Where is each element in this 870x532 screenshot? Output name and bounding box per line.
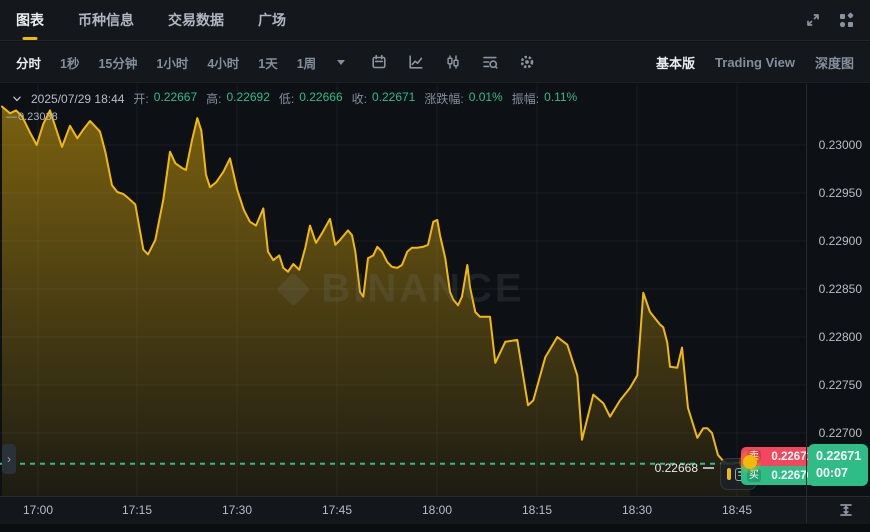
calendar-icon[interactable] [371, 54, 387, 70]
ohlc-low-value: 0.22666 [299, 90, 343, 104]
indicators-icon[interactable] [482, 54, 498, 70]
position-marker-icon [727, 468, 731, 480]
y-axis-label: 0.22950 [818, 186, 862, 200]
tab-coin-info-label: 币种信息 [78, 12, 134, 28]
time-tick: 17:15 [121, 503, 153, 517]
ohlc-open-label: 开: [133, 92, 149, 106]
time-tick: 18:30 [621, 503, 653, 517]
current-price: 0.22671 [816, 449, 862, 463]
active-tab-underline [22, 37, 38, 40]
interval-time[interactable]: 分时 [16, 53, 41, 72]
ohlc-info-bar: 2025/07/29 18:44 开: 0.22667 高: 0.22692 低: 0… [12, 90, 577, 107]
tab-coin-info[interactable]: 币种信息 [78, 0, 134, 40]
watermark-text: BINANCE [321, 266, 525, 311]
ohlc-change-value: 0.01% [468, 90, 503, 104]
time-axis[interactable]: 17:00 17:15 17:30 17:45 18:00 18:15 18:3… [0, 496, 870, 524]
candle-countdown: 00:07 [816, 466, 848, 480]
view-mode-basic[interactable]: 基本版 [656, 53, 695, 72]
binance-logo-icon [276, 272, 311, 306]
tab-trading-data-label: 交易数据 [168, 12, 224, 28]
interval-15m[interactable]: 15分钟 [98, 53, 137, 72]
interval-1h[interactable]: 1小时 [156, 53, 188, 72]
interval-selector: 分时 1秒 15分钟 1小时 4小时 1天 1周 [16, 53, 346, 72]
y-axis-label: 0.22800 [818, 330, 862, 344]
line-chart-icon[interactable] [408, 54, 424, 70]
chevron-down-icon[interactable] [12, 94, 22, 104]
ohlc-datetime: 2025/07/29 18:44 [31, 91, 125, 106]
panel-bottom-edge [0, 523, 870, 532]
tab-chart[interactable]: 图表 [16, 0, 44, 40]
ohlc-amplitude-label: 振幅: [511, 92, 540, 106]
position-price-label: 0.22668 [655, 461, 714, 475]
y-axis-label: 0.23000 [818, 138, 862, 152]
ohlc-high-label: 高: [206, 92, 222, 106]
view-mode-tradingview[interactable]: Trading View [715, 55, 795, 70]
time-tick: 18:15 [521, 503, 553, 517]
ohlc-open-value: 0.22667 [153, 90, 198, 104]
tab-square-label: 广场 [258, 12, 286, 28]
panel-expander-button[interactable]: › [2, 444, 16, 474]
ohlc-close-value: 0.22671 [371, 90, 416, 104]
layout-icon[interactable] [838, 12, 854, 28]
y-axis-label: 0.22700 [818, 426, 862, 440]
binance-chart-panel: 图表 币种信息 交易数据 广场 分时 1秒 15分钟 1小时 4小时 1天 1周… [0, 0, 870, 532]
header-icons [805, 12, 854, 28]
chart-toolbar: 分时 1秒 15分钟 1小时 4小时 1天 1周 基本版 Trading Vie… [0, 42, 870, 83]
ohlc-change-label: 涨跌幅: [424, 92, 464, 106]
time-tick: 17:30 [221, 503, 253, 517]
chart-area[interactable]: BINANCE 2025/07/29 18:44 开: 0.22667 高: 0.2… [0, 84, 870, 496]
buy-label: 买 [747, 469, 761, 482]
tab-square[interactable]: 广场 [258, 0, 286, 40]
last-price-dot [743, 455, 757, 469]
expand-icon[interactable] [805, 12, 821, 28]
ohlc-high-value: 0.22692 [226, 90, 270, 104]
range-open-price-label: —0.23038 [6, 111, 58, 123]
y-axis-label: 0.22750 [818, 378, 862, 392]
axis-scale-icon[interactable] [838, 502, 854, 518]
settings-gear-icon[interactable] [519, 54, 535, 70]
interval-1d[interactable]: 1天 [258, 53, 277, 72]
interval-dropdown-caret-icon[interactable] [337, 59, 346, 65]
ohlc-close-label: 收: [351, 92, 367, 106]
time-tick: 18:00 [421, 503, 453, 517]
interval-1w[interactable]: 1周 [297, 53, 316, 72]
time-tick: 17:00 [22, 503, 54, 517]
tab-trading-data[interactable]: 交易数据 [168, 0, 224, 40]
ohlc-amplitude-value: 0.11% [544, 90, 578, 104]
current-price-axis-badge[interactable]: 0.22671 00:07 [808, 444, 868, 486]
view-mode-depth[interactable]: 深度图 [815, 53, 854, 72]
header-tabs: 图表 币种信息 交易数据 广场 [16, 0, 286, 40]
y-axis-label: 0.22850 [818, 282, 862, 296]
ohlc-low-label: 低: [278, 92, 295, 106]
interval-4h[interactable]: 4小时 [207, 53, 239, 72]
binance-watermark: BINANCE [276, 266, 525, 312]
time-tick: 18:45 [721, 503, 753, 517]
price-axis-divider [806, 84, 807, 523]
header: 图表 币种信息 交易数据 广场 [0, 0, 870, 41]
tab-chart-label: 图表 [16, 12, 44, 28]
time-tick: 17:45 [321, 503, 353, 517]
toolbar-icons [371, 54, 535, 70]
candlestick-icon[interactable] [445, 54, 461, 70]
interval-1s[interactable]: 1秒 [60, 53, 79, 72]
y-axis-label: 0.22900 [818, 234, 862, 248]
view-mode-switcher: 基本版 Trading View 深度图 [656, 53, 854, 72]
